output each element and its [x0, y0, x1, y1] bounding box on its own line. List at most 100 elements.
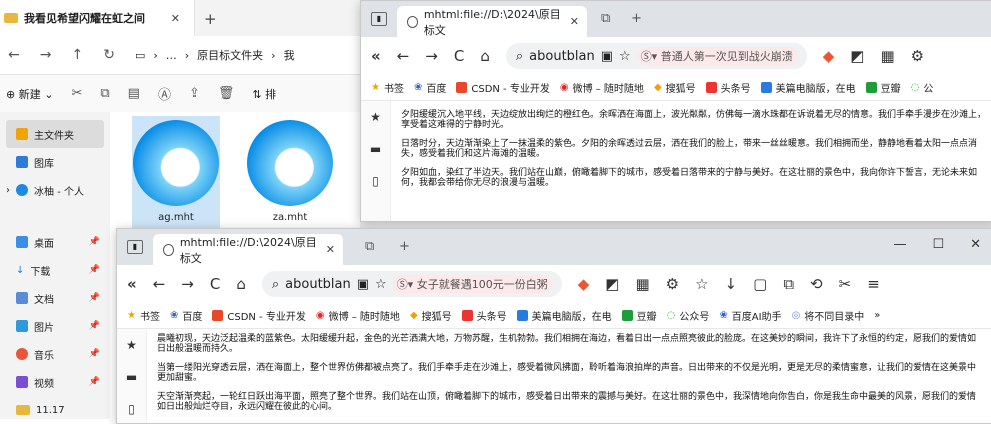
refresh-icon[interactable]: ↻ — [103, 47, 115, 63]
home-icon[interactable]: ⌂ — [480, 47, 490, 65]
search-suggestion[interactable]: Ⓢ▾ 女子就餐遇100元一份白粥 — [392, 275, 552, 293]
star-icon[interactable]: ☆ — [375, 277, 387, 292]
bookmark-item[interactable]: 头条号 — [705, 80, 751, 95]
history-icon[interactable]: ⟲ — [810, 275, 823, 293]
new-tab-icon[interactable]: + — [204, 10, 217, 28]
tablet-icon[interactable]: ▯ — [117, 393, 146, 423]
bookmark-item[interactable]: 美篇电脑版，在电 — [760, 80, 856, 95]
close-window-icon[interactable]: ✕ — [970, 237, 981, 252]
new-tab-icon[interactable]: + — [631, 11, 642, 26]
close-icon[interactable]: ✕ — [570, 15, 579, 28]
back-icon[interactable]: ← — [153, 275, 166, 293]
file-item[interactable]: za.mht — [246, 116, 334, 228]
collapse-sidebar-icon[interactable]: « — [371, 47, 381, 65]
favorites-icon[interactable]: ☆ — [695, 275, 708, 293]
close-icon[interactable]: ✕ — [326, 243, 335, 256]
bookmark-item[interactable]: 豆瓣 — [865, 80, 901, 95]
translate-icon[interactable]: ▦ — [635, 275, 649, 293]
sidebar-item-pictures[interactable]: 图片 📌 — [0, 312, 110, 340]
tab-group-icon[interactable]: ⧉ — [601, 11, 610, 26]
breadcrumb-item[interactable]: 原目标文件夹 — [197, 47, 263, 63]
extension-icon[interactable]: ◆ — [578, 275, 590, 293]
bookmark-item[interactable]: CSDN - 专业开发 — [212, 308, 306, 323]
bookmark-item[interactable]: 头条号 — [461, 308, 507, 323]
back-icon[interactable]: ← — [397, 47, 410, 65]
forward-icon[interactable]: → — [181, 275, 194, 293]
download-icon[interactable]: ↓ — [725, 275, 738, 293]
screenshot-icon[interactable]: ▢ — [753, 275, 767, 293]
bookmark-item[interactable]: CSDN - 专业开发 — [456, 80, 550, 95]
translate-icon[interactable]: ▦ — [880, 47, 894, 65]
star-icon[interactable]: ☆ — [619, 49, 631, 64]
back-icon[interactable]: ← — [8, 47, 20, 63]
favorites-icon[interactable]: ★ — [117, 329, 146, 361]
tab-actions-icon[interactable]: ▮ — [371, 12, 387, 26]
more-bookmarks-icon[interactable]: » — [874, 310, 880, 321]
tab-group-icon[interactable]: ⧉ — [365, 239, 374, 254]
delete-icon[interactable]: 🗑 — [218, 86, 235, 101]
bookmark-item[interactable]: ★ 书签 — [371, 80, 404, 95]
extension-icon[interactable]: ◆ — [823, 47, 835, 65]
extension-icon[interactable]: ◩ — [605, 275, 619, 293]
maximize-icon[interactable]: ☐ — [932, 237, 944, 252]
sidebar-item-folder[interactable]: 11.17 — [0, 396, 110, 424]
minimize-icon[interactable]: — — [893, 237, 906, 252]
sidebar-item-home[interactable]: 主文件夹 — [6, 120, 104, 148]
browser-tab[interactable]: mhtml:file://D:\2024\原目标文 ✕ — [153, 234, 343, 265]
bookmark-item[interactable]: 豆瓣 — [621, 308, 657, 323]
new-button[interactable]: ⊕ 新建 ⌄ — [6, 86, 53, 102]
share-icon[interactable]: ⇪ — [189, 86, 200, 101]
address-bar[interactable]: ⌕ aboutblan ▣ ☆ Ⓢ▾ 普通人第一次见到战火崩溃 — [505, 43, 807, 69]
up-icon[interactable]: ↑ — [71, 47, 83, 63]
rename-icon[interactable]: Ⓐ — [158, 84, 171, 103]
sidebar-item-desktop[interactable]: 桌面 📌 — [0, 228, 110, 256]
sidebar-item-onedrive[interactable]: › 冰柚 - 个人 — [0, 176, 110, 204]
copy-icon[interactable]: ⧉ — [100, 86, 109, 101]
collections-icon[interactable]: ⧉ — [783, 275, 794, 293]
tablet-icon[interactable]: ▯ — [361, 165, 390, 197]
sidebar-item-gallery[interactable]: 图库 — [0, 148, 110, 176]
puzzle-icon[interactable]: ⚙ — [666, 275, 679, 293]
bookmark-item[interactable]: ◌ 公众号 — [667, 308, 710, 323]
sidebar-item-music[interactable]: 音乐 📌 — [0, 340, 110, 368]
reading-list-icon[interactable]: ▬ — [117, 361, 146, 393]
bookmark-item[interactable]: ◉ 微博 – 随时随地 — [560, 80, 644, 95]
close-icon[interactable]: ✕ — [171, 12, 180, 25]
reader-icon[interactable]: ▣ — [357, 277, 369, 292]
bookmark-item[interactable]: ◆ 搜狐号 — [654, 80, 696, 95]
reading-list-icon[interactable]: ▬ — [361, 133, 390, 165]
forward-icon[interactable]: → — [425, 47, 438, 65]
address-bar[interactable]: ⌕ aboutblan ▣ ☆ Ⓢ▾ 女子就餐遇100元一份白粥 — [261, 271, 562, 297]
explorer-tab[interactable]: 我看见希望闪耀在虹之间 ✕ — [0, 0, 195, 36]
bookmark-item[interactable]: ★ 书签 — [127, 308, 160, 323]
sidebar-item-downloads[interactable]: ↓ 下载 📌 — [0, 256, 110, 284]
breadcrumb-item[interactable]: 我 — [284, 47, 295, 63]
browser-tab[interactable]: mhtml:file://D:\2024\原目标文 ✕ — [397, 6, 587, 37]
collapse-sidebar-icon[interactable]: « — [127, 275, 137, 293]
new-tab-icon[interactable]: + — [399, 239, 410, 254]
bookmark-item[interactable]: ❀ 百度 — [170, 308, 202, 323]
bookmark-item[interactable]: ❀ 百度 — [414, 80, 446, 95]
reader-icon[interactable]: ▣ — [601, 49, 613, 64]
sidebar-item-documents[interactable]: 文档 📌 — [0, 284, 110, 312]
bookmark-item[interactable]: ◆ 搜狐号 — [410, 308, 452, 323]
refresh-icon[interactable]: C — [454, 47, 464, 65]
menu-icon[interactable]: ≡ — [867, 275, 880, 293]
bookmark-item[interactable]: ❀ 百度AI助手 — [719, 308, 781, 323]
bookmark-item[interactable]: 美篇电脑版，在电 — [516, 308, 612, 323]
home-icon[interactable]: ⌂ — [236, 275, 246, 293]
file-item[interactable]: ag.mht — [132, 116, 220, 228]
cut-icon[interactable]: ✂ — [839, 275, 852, 293]
sidebar-item-videos[interactable]: 视频 📌 — [0, 368, 110, 396]
refresh-icon[interactable]: C — [210, 275, 220, 293]
sort-button[interactable]: ⇅ 排 — [252, 86, 276, 102]
paste-icon[interactable]: ▤ — [128, 86, 140, 101]
bookmark-item[interactable]: ◌ 公 — [911, 80, 934, 95]
forward-icon[interactable]: → — [40, 47, 52, 63]
favorites-icon[interactable]: ★ — [361, 101, 390, 133]
puzzle-icon[interactable]: ⚙ — [911, 47, 924, 65]
search-suggestion[interactable]: Ⓢ▾ 普通人第一次见到战火崩溃 — [636, 47, 797, 65]
extension-icon[interactable]: ◩ — [850, 47, 864, 65]
tab-actions-icon[interactable]: ▮ — [127, 240, 143, 254]
cut-icon[interactable]: ✂ — [71, 86, 82, 101]
